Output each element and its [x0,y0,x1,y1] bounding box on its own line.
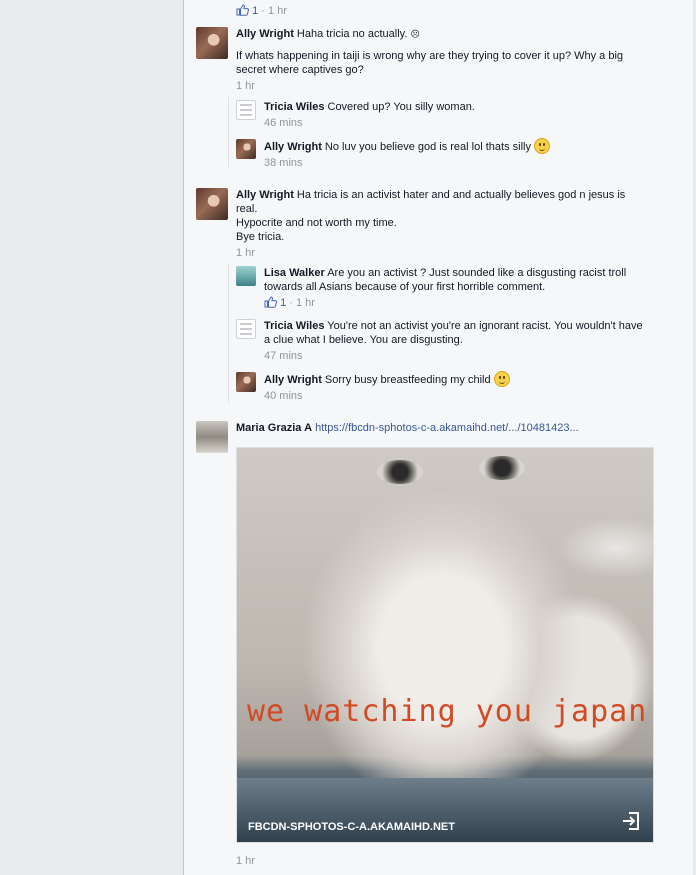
photo-domain[interactable]: FBCDN-SPHOTOS-C-A.AKAMAIHD.NET [248,821,455,833]
comment-text-2: If whats happening in taiji is wrong why… [236,50,624,76]
timestamp[interactable]: 1 hr [268,5,287,17]
author-name[interactable]: Ally Wright [236,189,294,201]
thumbs-up-icon[interactable] [236,4,249,16]
comment-text: Ha tricia is an activist hater and and a… [236,189,626,215]
timestamp[interactable]: 40 mins [264,389,303,403]
author-name[interactable]: Ally Wright [236,28,294,40]
author-name[interactable]: Tricia Wiles [264,320,324,332]
left-gutter [0,0,183,875]
timestamp[interactable]: 46 mins [264,116,303,130]
attached-photo[interactable]: we watching you japan FBCDN-SPHOTOS-C-A.… [236,447,654,843]
author-name[interactable]: Lisa Walker [264,267,325,279]
author-name[interactable]: Ally Wright [264,374,322,386]
comment-text: Covered up? You silly woman. [327,101,475,113]
avatar[interactable] [196,421,228,453]
avatar[interactable] [236,266,256,286]
comment-ally-1: Ally Wright Haha tricia no actually. ☹ [236,27,636,41]
timestamp[interactable]: 47 mins [264,349,303,363]
separator: · [261,5,265,17]
timestamp[interactable]: 38 mins [264,156,303,170]
reply-thread-line [228,97,229,167]
comment-text-2: Hypocrite and not worth my time. [236,217,397,229]
like-count[interactable]: 1 [280,297,286,309]
timestamp[interactable]: 1 hr [236,246,255,260]
timestamp[interactable]: 1 hr [236,854,255,868]
reply-lisa: Lisa Walker Are you an activist ? Just s… [264,266,644,294]
author-name[interactable]: Tricia Wiles [264,101,324,113]
avatar[interactable] [236,139,256,159]
timestamp[interactable]: 1 hr [296,297,315,309]
author-name[interactable]: Maria Grazia A [236,422,312,434]
wink-emoji-icon [534,138,551,154]
comment-text: Sorry busy breastfeeding my child [324,374,491,386]
comment-text: Haha tricia no actually. [296,28,408,40]
thumbs-up-icon[interactable] [264,296,277,308]
avatar[interactable] [236,319,256,339]
avatar[interactable] [196,188,228,220]
comment-text-3: Bye tricia. [236,231,285,243]
avatar[interactable] [236,372,256,392]
smile-emoji-icon [493,371,510,387]
comment-text: No luv you believe god is real lol thats… [324,141,531,153]
sad-emoji-icon: ☹ [410,29,420,39]
comment-ally-2: Ally Wright Ha tricia is an activist hat… [236,188,636,216]
reply-ally-2: Ally Wright Sorry busy breastfeeding my … [264,371,644,387]
photo-eye-left [377,460,423,484]
like-row: 1 · 1 hr [264,296,315,310]
separator: · [289,297,293,309]
comment-maria: Maria Grazia A https://fbcdn-sphotos-c-a… [236,421,646,435]
author-name[interactable]: Ally Wright [264,141,322,153]
reply-thread-line [228,263,229,403]
like-count[interactable]: 1 [252,5,258,17]
share-arrow-icon[interactable] [621,811,641,831]
reply-tricia-2: Tricia Wiles You're not an activist you'… [264,319,644,347]
reply-ally-1: Ally Wright No luv you believe god is re… [264,138,644,154]
timestamp[interactable]: 1 hr [236,79,255,93]
avatar[interactable] [196,27,228,59]
top-like-row: 1 · 1 hr [236,4,287,18]
avatar[interactable] [236,100,256,120]
reply-tricia-1: Tricia Wiles Covered up? You silly woman… [264,100,644,114]
photo-water [237,778,653,842]
comment-link[interactable]: https://fbcdn-sphotos-c-a.akamaihd.net/.… [315,422,579,434]
photo-eye-right [479,456,525,480]
photo-caption: we watching you japan [247,694,648,729]
